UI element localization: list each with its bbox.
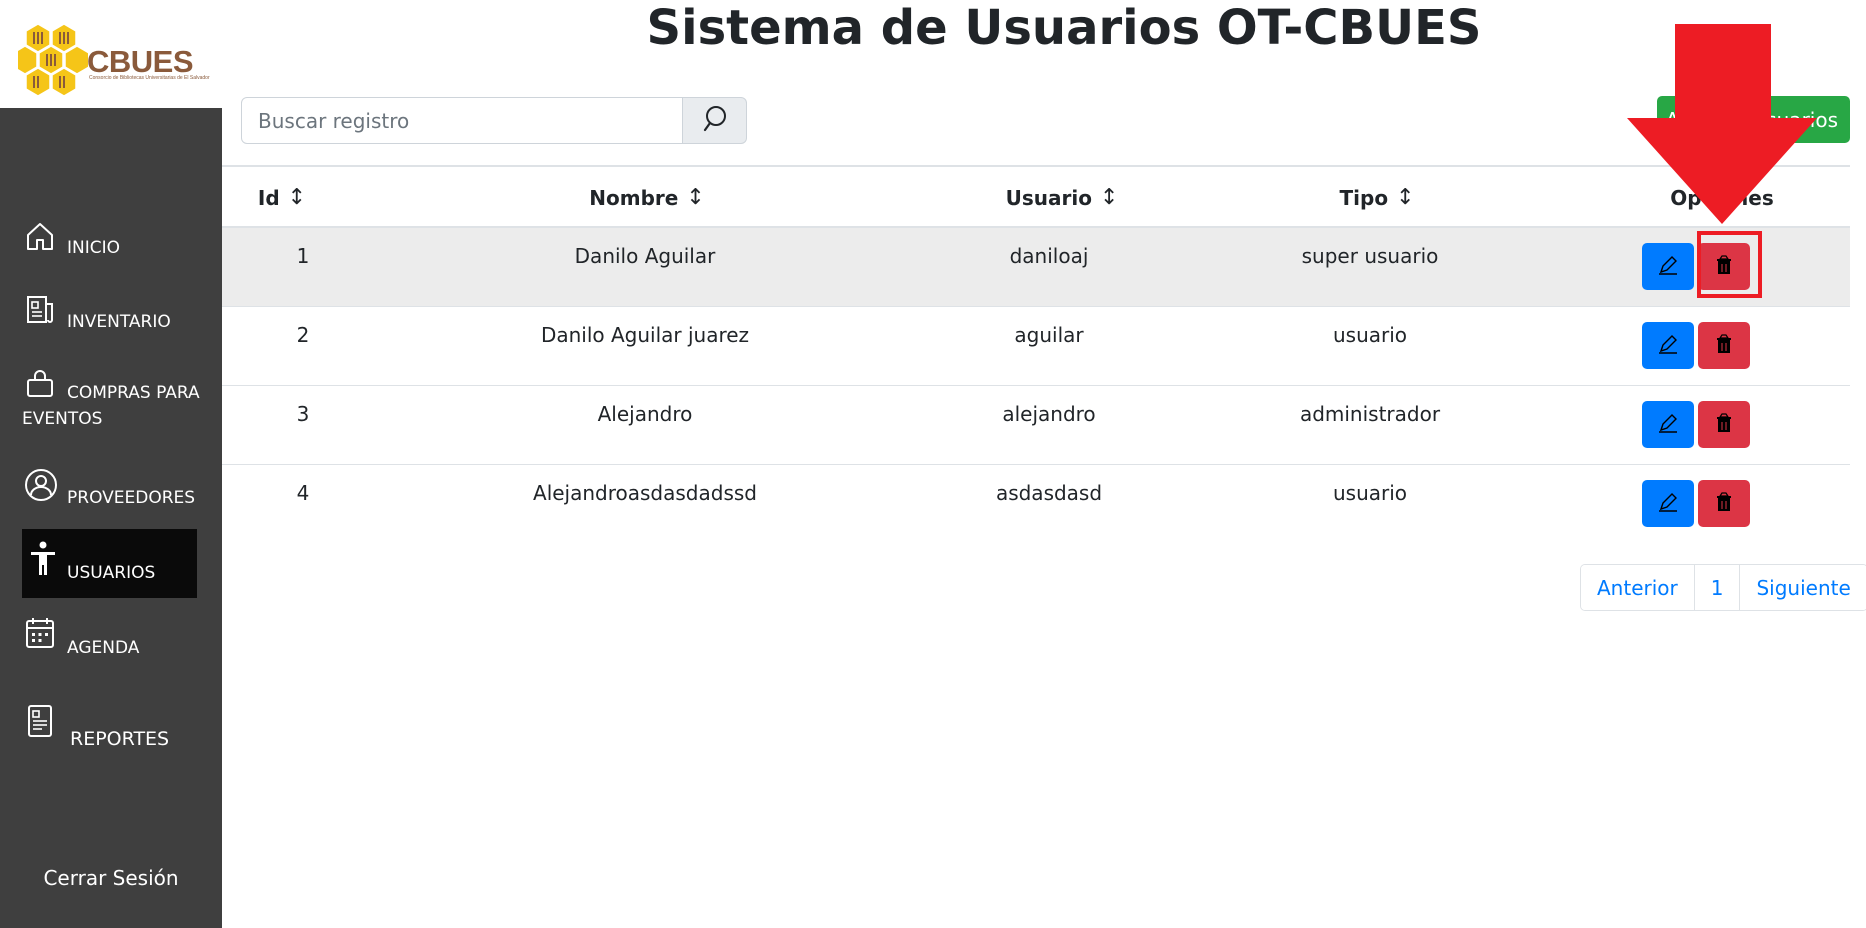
person-icon <box>30 541 56 582</box>
trash-icon <box>1715 491 1733 516</box>
table-row: 1 Danilo Aguilar daniloaj super usuario <box>222 228 1850 307</box>
sidebar-item-reportes[interactable]: REPORTES <box>22 704 197 750</box>
newspaper-icon <box>24 294 56 331</box>
pencil-icon <box>1657 412 1679 438</box>
user-circle-icon <box>24 468 58 507</box>
cell-usuario: alejandro <box>1002 402 1096 426</box>
pagination-next[interactable]: Siguiente <box>1740 565 1866 610</box>
sidebar-item-label: COMPRAS PARA EVENTOS <box>22 383 200 429</box>
table-row: 3 Alejandro alejandro administrador <box>222 386 1850 465</box>
sidebar-item-inventario[interactable]: INVENTARIO <box>22 294 197 334</box>
home-icon <box>24 220 56 257</box>
table-header: Id ↕ Nombre ↕ Usuario ↕ Tipo ↕ Opciones <box>222 165 1850 228</box>
users-table: Id ↕ Nombre ↕ Usuario ↕ Tipo ↕ Opciones 1 Da… <box>222 165 1850 544</box>
search-icon <box>702 105 728 137</box>
sidebar-item-label: INVENTARIO <box>67 312 171 332</box>
trash-icon <box>1715 333 1733 358</box>
header-label: Nombre <box>589 185 679 210</box>
cell-nombre: Danilo Aguilar juarez <box>540 323 750 347</box>
sidebar-item-agenda[interactable]: AGENDA <box>22 616 197 658</box>
pagination-page[interactable]: 1 <box>1694 565 1741 610</box>
sidebar-item-proveedores[interactable]: PROVEEDORES <box>22 468 197 508</box>
cell-tipo: administrador <box>1299 402 1441 426</box>
sort-icon: ↕ <box>1396 185 1415 210</box>
highlight-box <box>1697 231 1762 298</box>
pencil-icon <box>1657 491 1679 517</box>
column-header-opciones: Opciones <box>1652 167 1792 228</box>
sidebar-item-usuarios[interactable]: USUARIOS <box>22 529 197 598</box>
cell-nombre: Alejandro <box>597 402 693 426</box>
edit-button[interactable] <box>1642 401 1694 448</box>
edit-button[interactable] <box>1642 322 1694 369</box>
cell-tipo: usuario <box>1332 323 1408 347</box>
pagination: Anterior 1 Siguiente <box>1580 564 1866 611</box>
sidebar-item-label: PROVEEDORES <box>67 488 196 508</box>
column-header-nombre[interactable]: Nombre ↕ <box>562 167 732 228</box>
cell-id: 4 <box>296 481 310 505</box>
cell-usuario: daniloaj <box>1009 244 1089 268</box>
cell-nombre: Alejandroasdasdadssd <box>533 481 757 505</box>
edit-button[interactable] <box>1642 480 1694 527</box>
cell-usuario: aguilar <box>1014 323 1084 347</box>
sort-icon: ↕ <box>1099 185 1119 210</box>
cell-id: 3 <box>296 402 310 426</box>
search-placeholder: Buscar registro <box>258 108 410 133</box>
logo: CBUES Consorcio de Bibliotecas Universit… <box>0 0 222 108</box>
column-header-id[interactable]: Id ↕ <box>252 167 312 228</box>
pagination-prev[interactable]: Anterior <box>1581 565 1695 610</box>
delete-button[interactable] <box>1698 401 1750 448</box>
calendar-icon <box>24 616 56 655</box>
sidebar-item-label: REPORTES <box>70 728 170 750</box>
cell-tipo: super usuario <box>1301 244 1439 268</box>
sort-icon: ↕ <box>686 185 705 210</box>
delete-button[interactable] <box>1698 480 1750 527</box>
table-row: 4 Alejandroasdasdadssd asdasdasd usuario <box>222 465 1850 544</box>
logo-subtitle: Consorcio de Bibliotecas Universitarias … <box>89 75 210 81</box>
page-title: Sistema de Usuarios OT-CBUES <box>646 0 1482 56</box>
cell-id: 1 <box>296 244 310 268</box>
search-button[interactable] <box>683 97 747 144</box>
delete-button[interactable] <box>1698 322 1750 369</box>
header-label: Id <box>257 185 280 210</box>
pencil-icon <box>1657 333 1679 359</box>
trash-icon <box>1715 412 1733 437</box>
cell-id: 2 <box>296 323 310 347</box>
cell-usuario: asdasdasd <box>995 481 1103 505</box>
column-header-tipo[interactable]: Tipo ↕ <box>1317 167 1437 228</box>
sidebar-item-compras-para-eventos[interactable]: COMPRAS PARA EVENTOS <box>22 368 200 430</box>
header-label: Tipo <box>1339 185 1389 210</box>
report-icon <box>24 704 56 743</box>
cell-nombre: Danilo Aguilar <box>574 244 716 268</box>
sidebar: INICIO INVENTARIO COMPRAS PARA EVENTOS P… <box>0 108 222 928</box>
sidebar-item-label: USUARIOS <box>67 563 156 583</box>
sidebar-item-label: INICIO <box>67 238 121 258</box>
logo-honeycomb-icon <box>18 23 88 97</box>
edit-button[interactable] <box>1642 243 1694 290</box>
add-user-button[interactable]: Agregar Usuarios <box>1657 96 1850 143</box>
table-row: 2 Danilo Aguilar juarez aguilar usuario <box>222 307 1850 386</box>
sidebar-item-inicio[interactable]: INICIO <box>22 220 197 260</box>
sort-icon: ↕ <box>287 185 307 210</box>
sidebar-item-label: AGENDA <box>67 638 140 658</box>
header-label: Usuario <box>1005 185 1092 210</box>
header-label: Opciones <box>1670 185 1774 210</box>
logout-button[interactable]: Cerrar Sesión <box>0 866 222 890</box>
pencil-icon <box>1657 254 1679 280</box>
cell-tipo: usuario <box>1332 481 1408 505</box>
column-header-usuario[interactable]: Usuario ↕ <box>977 167 1147 228</box>
search-input[interactable]: Buscar registro <box>241 97 683 144</box>
